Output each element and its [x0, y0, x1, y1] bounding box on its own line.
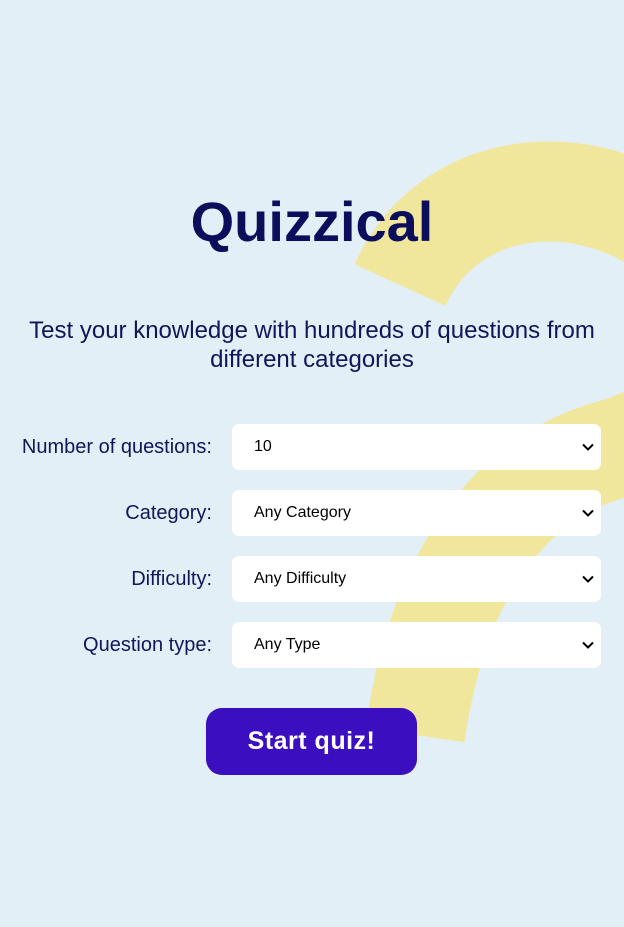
chevron-down-icon — [582, 575, 594, 583]
difficulty-label: Difficulty: — [131, 568, 212, 590]
question-type-select[interactable]: Any Type — [232, 622, 601, 668]
chevron-down-icon — [582, 641, 594, 649]
field-category: Category: Any Category — [0, 490, 624, 536]
quiz-options-form: Number of questions: 10 Category: Any Ca… — [0, 424, 624, 688]
difficulty-select[interactable]: Any Difficulty — [232, 556, 601, 602]
question-type-value: Any Type — [254, 636, 321, 653]
number-of-questions-value: 10 — [254, 438, 272, 455]
field-number-of-questions: Number of questions: 10 — [0, 424, 624, 470]
difficulty-value: Any Difficulty — [254, 570, 347, 587]
quiz-setup-screen: Quizzical Test your knowledge with hundr… — [0, 0, 624, 927]
category-label: Category: — [125, 502, 212, 524]
category-select[interactable]: Any Category — [232, 490, 601, 536]
field-difficulty: Difficulty: Any Difficulty — [0, 556, 624, 602]
field-question-type: Question type: Any Type — [0, 622, 624, 668]
chevron-down-icon — [582, 443, 594, 451]
chevron-down-icon — [582, 509, 594, 517]
number-of-questions-select[interactable]: 10 — [232, 424, 601, 470]
number-of-questions-label: Number of questions: — [21, 436, 212, 458]
page-subtitle: Test your knowledge with hundreds of que… — [29, 317, 595, 373]
category-value: Any Category — [254, 504, 351, 521]
question-type-label: Question type: — [83, 634, 212, 656]
start-quiz-button[interactable]: Start quiz! — [206, 708, 417, 775]
page-title: Quizzical — [190, 190, 434, 253]
